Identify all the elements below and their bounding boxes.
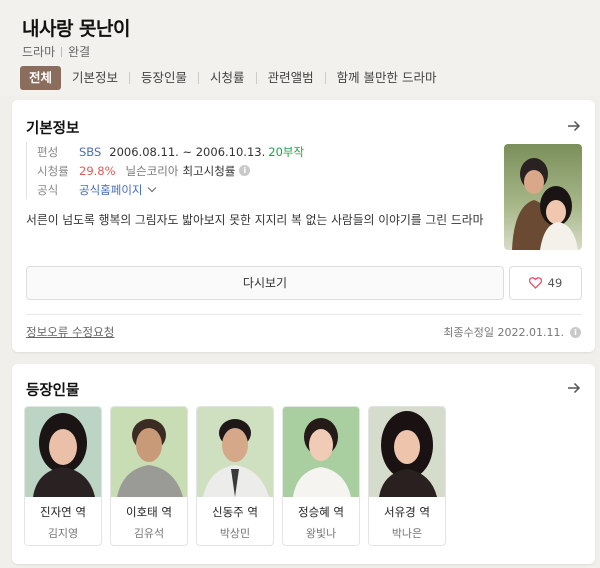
- official-row: 공식 공식홈페이지: [37, 180, 486, 199]
- rating-type: 최고시청률: [182, 163, 236, 178]
- broadcast-label: 편성: [37, 144, 59, 159]
- genre-label: 드라마: [22, 45, 56, 59]
- cast-member[interactable]: 이호태 역 김유석: [110, 406, 188, 546]
- report-error-link[interactable]: 정보오류 수정요청: [26, 324, 114, 340]
- subtitle-divider: [61, 46, 63, 57]
- cast-title: 등장인물: [26, 383, 80, 399]
- broadcast-row: 편성 SBS 2006.08.11. ~ 2006.10.13. 20부작: [37, 142, 486, 161]
- official-label: 공식: [37, 182, 59, 197]
- synopsis: 서른이 넘도록 행복의 그림자도 밟아보지 못한 지지리 복 없는 사람들의 이…: [26, 213, 484, 227]
- cast-member[interactable]: 서유경 역 박나은: [368, 406, 446, 546]
- card-divider: [26, 314, 582, 315]
- rating-source: 닐슨코리아: [125, 163, 179, 178]
- tab-albums[interactable]: 관련앨범: [257, 66, 325, 90]
- tab-ratings[interactable]: 시청률: [199, 66, 256, 90]
- tab-recommended[interactable]: 함께 볼만한 드라마: [326, 66, 448, 90]
- info-icon[interactable]: i: [239, 165, 251, 176]
- cast-role: 서유경 역: [384, 505, 430, 519]
- arrow-right-icon[interactable]: [567, 381, 581, 395]
- cast-photo: [369, 407, 445, 497]
- last-modified-date: 최종수정일 2022.01.11.: [443, 326, 564, 339]
- status-label: 완결: [68, 45, 91, 59]
- rating-row: 시청률 29.8% 닐슨코리아 최고시청률 i: [37, 161, 486, 180]
- tab-cast[interactable]: 등장인물: [130, 66, 198, 90]
- cast-member[interactable]: 진자연 역 김지영: [24, 406, 102, 546]
- cast-actor: 김유석: [133, 527, 165, 540]
- like-button[interactable]: 49: [509, 266, 582, 300]
- cast-photo: [111, 407, 187, 497]
- cast-card: 등장인물 진자연 역 김지영 이호태 역 김유석 신동주 역 박상민 정승혜 역…: [12, 364, 595, 564]
- cast-list: 진자연 역 김지영 이호태 역 김유석 신동주 역 박상민 정승혜 역 왕빛나 …: [24, 406, 446, 546]
- cast-role: 이호태 역: [126, 505, 172, 519]
- last-modified: 최종수정일 2022.01.11. i: [443, 324, 581, 340]
- episode-count: 20부작: [268, 144, 305, 159]
- arrow-right-icon[interactable]: [567, 119, 581, 133]
- rewatch-button[interactable]: 다시보기: [26, 266, 504, 300]
- tab-bar: 전체 기본정보 등장인물 시청률 관련앨범 함께 볼만한 드라마: [20, 66, 448, 90]
- like-count: 49: [547, 276, 563, 290]
- cast-photo: [197, 407, 273, 497]
- cast-member[interactable]: 정승혜 역 왕빛나: [282, 406, 360, 546]
- basic-info-card: 기본정보 편성 SBS 2006.08.11. ~ 2006.10.13. 20…: [12, 100, 595, 352]
- page-title: 내사랑 못난이: [22, 18, 131, 40]
- rating-label: 시청률: [37, 163, 69, 178]
- page-header: 내사랑 못난이 드라마 완결 전체 기본정보 등장인물 시청률 관련앨범 함께 …: [0, 0, 600, 96]
- channel-link[interactable]: SBS: [79, 145, 101, 159]
- drama-poster[interactable]: [504, 144, 582, 250]
- cast-photo: [25, 407, 101, 497]
- cast-actor: 박나은: [391, 527, 423, 540]
- rating-value: 29.8%: [79, 163, 116, 178]
- cast-role: 신동주 역: [212, 505, 258, 519]
- heart-icon: [528, 277, 542, 289]
- cast-role: 정승혜 역: [298, 505, 344, 519]
- tab-basic-info[interactable]: 기본정보: [61, 66, 129, 90]
- info-icon[interactable]: i: [570, 326, 581, 338]
- cast-actor: 박상민: [219, 527, 251, 540]
- tab-all[interactable]: 전체: [20, 66, 62, 90]
- official-homepage-link[interactable]: 공식홈페이지: [79, 182, 142, 198]
- cast-photo: [283, 407, 359, 497]
- info-list: 편성 SBS 2006.08.11. ~ 2006.10.13. 20부작 시청…: [26, 142, 486, 199]
- chevron-down-icon[interactable]: [148, 183, 157, 193]
- cast-role: 진자연 역: [40, 505, 86, 519]
- broadcast-period: 2006.08.11. ~ 2006.10.13.: [109, 144, 266, 159]
- cast-actor: 김지영: [47, 527, 79, 540]
- cast-actor: 왕빛나: [305, 527, 337, 540]
- cast-member[interactable]: 신동주 역 박상민: [196, 406, 274, 546]
- page-subtitle: 드라마 완결: [22, 43, 90, 60]
- basic-info-title: 기본정보: [26, 121, 80, 137]
